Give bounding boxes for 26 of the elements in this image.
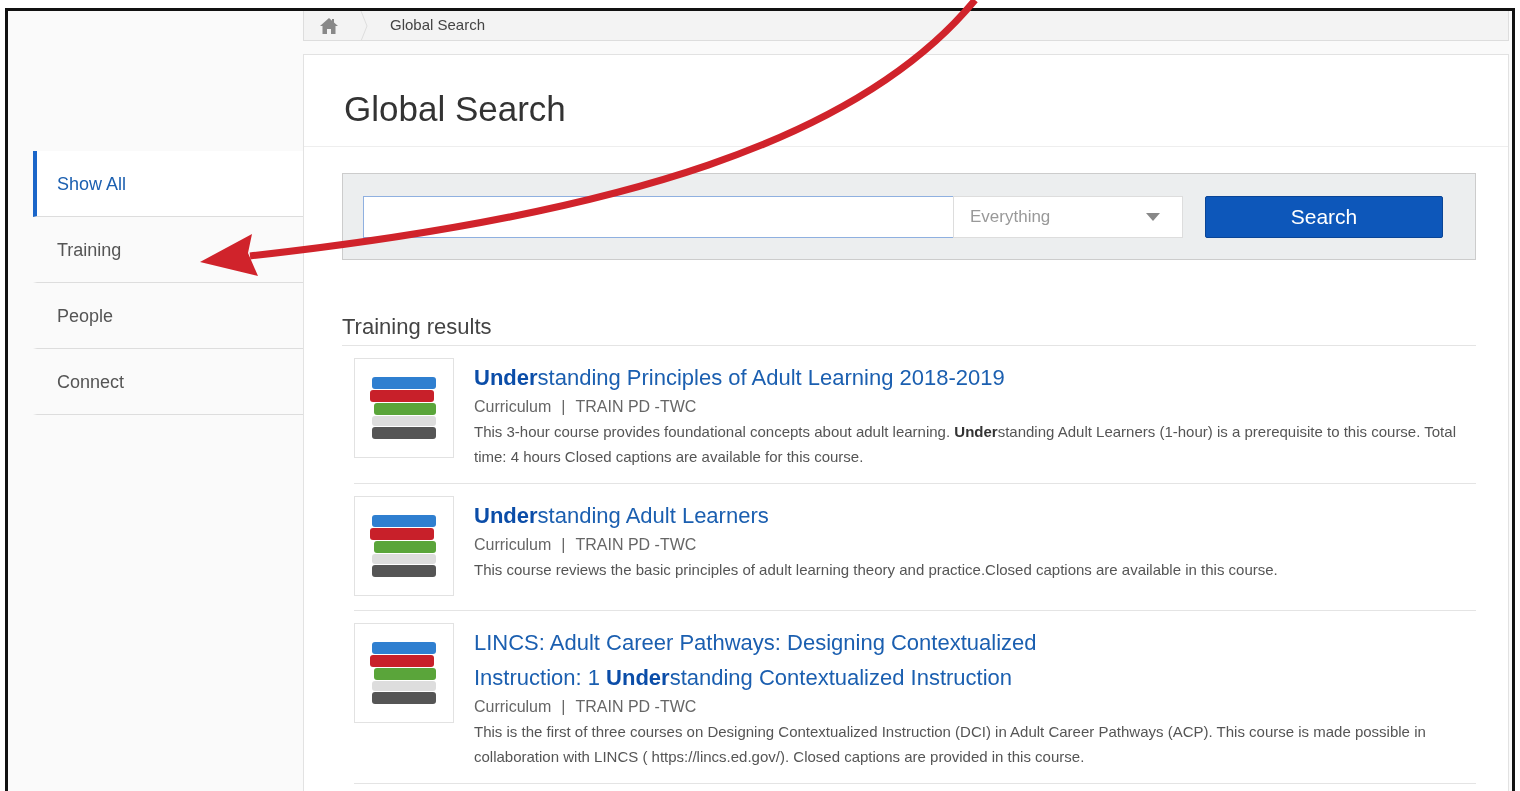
- result-title[interactable]: LINCS: Adult Career Pathways: Designing Contextualized Instruction: 1 Understanding Contextualized Instruction: [474, 625, 1114, 695]
- result-title[interactable]: Understanding Principles of Adult Learning 2018-2019: [474, 360, 1114, 395]
- breadcrumb-item[interactable]: Global Search: [390, 14, 486, 37]
- books-icon: [370, 377, 438, 439]
- result-description: This 3-hour course provides foundational concepts about adult learning. Understanding Adult Learners (1-hour) is a prerequisite to this course. Total time: 4 hours Closed captions are available for this course.: [474, 422, 1457, 467]
- meta-separator: |: [561, 698, 566, 715]
- result-type: Curriculum: [474, 398, 552, 415]
- home-icon[interactable]: [320, 17, 338, 34]
- result-provider: TRAIN PD -TWC: [575, 698, 697, 715]
- section-heading: Training results: [342, 314, 492, 339]
- page-title: Global Search: [344, 89, 566, 128]
- sidebar-item[interactable]: Show All: [33, 151, 303, 217]
- books-icon: [370, 515, 438, 577]
- result-title[interactable]: Understanding Adult Learners: [474, 498, 1114, 533]
- meta-separator: |: [561, 536, 566, 553]
- search-field[interactable]: [363, 195, 953, 238]
- result-type: Curriculum: [474, 536, 552, 553]
- meta-separator: |: [561, 398, 566, 415]
- search-button[interactable]: Search: [1205, 195, 1443, 238]
- result-provider: TRAIN PD -TWC: [575, 398, 697, 415]
- caret-icon: [1146, 212, 1160, 221]
- result-description: This is the first of three courses on Designing Contextualized Instruction (DCI) in Adult Career Pathways (ACP). This course is made possible in collaboration with LINCS ( https://lincs.ed.gov/). Closed captions are provided in this course.: [474, 722, 1427, 767]
- result-type: Curriculum: [474, 698, 552, 715]
- result-description: This course reviews the basic principles of adult learning theory and practice.Closed captions are available in this course.: [474, 560, 1278, 580]
- result-provider: TRAIN PD -TWC: [575, 536, 697, 553]
- books-icon: [370, 642, 438, 704]
